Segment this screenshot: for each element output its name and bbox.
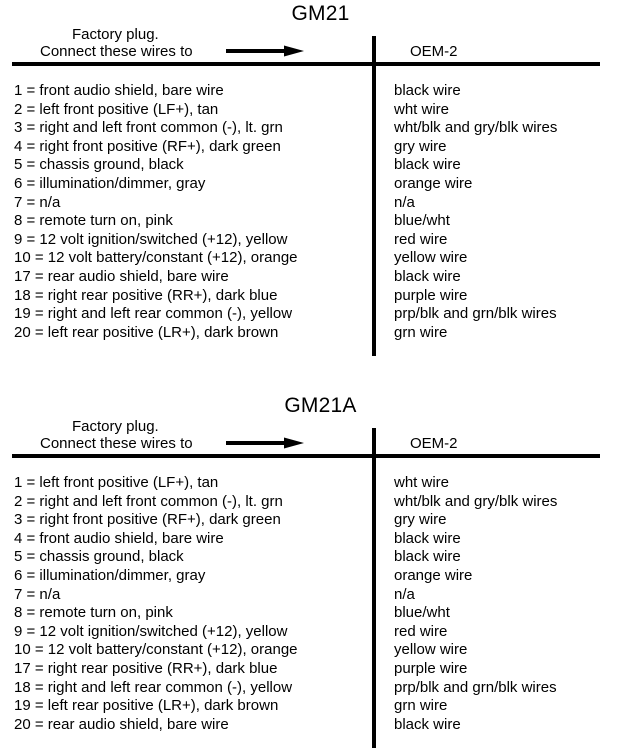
wiring-row-list: 1 = front audio shield, bare wire black w… — [0, 82, 641, 342]
table-row: 6 = illumination/dimmer, gray orange wire — [0, 567, 641, 586]
factory-wire-cell: 1 = left front positive (LF+), tan — [14, 474, 219, 491]
oem-wire-cell: prp/blk and grn/blk wires — [394, 305, 557, 323]
table-row: 10 = 12 volt battery/constant (+12), ora… — [0, 641, 641, 660]
factory-wire-cell: 7 = n/a — [14, 193, 61, 211]
table-row: 5 = chassis ground, black black wire — [0, 548, 641, 567]
oem-wire-cell: gry wire — [394, 511, 447, 529]
table-row: 8 = remote turn on, pink blue/wht — [0, 604, 641, 623]
factory-wire-cell: 8 = remote turn on, pink — [14, 212, 173, 230]
oem-wire-cell: n/a — [394, 585, 415, 603]
connect-wires-label: Connect these wires to — [40, 43, 193, 60]
table-row: 9 = 12 volt ignition/switched (+12), yel… — [0, 231, 641, 250]
wiring-row-list: 1 = left front positive (LF+), tan wht wi… — [0, 474, 641, 734]
factory-wire-cell: 20 = left rear positive (LR+), dark brow… — [14, 323, 279, 341]
oem-wire-cell: red wire — [394, 230, 448, 248]
oem-wire-cell: purple wire — [394, 659, 468, 677]
factory-plug-label: Factory plug. — [72, 26, 159, 43]
table-row: 5 = chassis ground, black black wire — [0, 156, 641, 175]
oem-wire-cell: orange wire — [394, 174, 473, 192]
factory-wire-cell: 19 = left rear positive (LR+), dark brow… — [14, 697, 279, 715]
table-row: 2 = left front positive (LF+), tan wht wi… — [0, 101, 641, 120]
right-arrow-icon — [226, 44, 306, 58]
factory-wire-cell: 18 = right rear positive (RR+), dark blu… — [14, 286, 278, 304]
factory-wire-cell: 8 = remote turn on, pink — [14, 604, 173, 622]
factory-wire-cell: 17 = rear audio shield, bare wire — [14, 267, 229, 285]
factory-wire-cell: 18 = right and left rear common (-), yel… — [14, 678, 293, 696]
factory-wire-cell: 1 = front audio shield, bare wire — [14, 82, 224, 99]
table-row: 18 = right and left rear common (-), yel… — [0, 679, 641, 698]
factory-wire-cell: 4 = right front positive (RF+), dark gre… — [14, 137, 281, 155]
oem-wire-cell: gry wire — [394, 137, 447, 155]
oem-wire-cell: red wire — [394, 622, 448, 640]
table-row: 7 = n/a n/a — [0, 194, 641, 213]
table-row: 4 = right front positive (RF+), dark gre… — [0, 138, 641, 157]
table-row: 20 = rear audio shield, bare wire black w… — [0, 716, 641, 735]
header-divider-horizontal — [12, 454, 600, 458]
oem-wire-cell: black wire — [394, 156, 461, 174]
chart-title: GM21 — [291, 2, 350, 25]
table-row: 19 = right and left rear common (-), yel… — [0, 305, 641, 324]
table-row: 17 = rear audio shield, bare wire black w… — [0, 268, 641, 287]
oem-wire-cell: black wire — [394, 267, 461, 285]
oem-wire-cell: n/a — [394, 193, 415, 211]
oem-wire-cell: purple wire — [394, 286, 468, 304]
table-row: 7 = n/a n/a — [0, 586, 641, 605]
oem-wire-cell: black wire — [394, 715, 461, 733]
factory-wire-cell: 5 = chassis ground, black — [14, 548, 184, 566]
table-row: 20 = left rear positive (LR+), dark brow… — [0, 324, 641, 343]
oem-wire-cell: grn wire — [394, 323, 448, 341]
factory-wire-cell: 9 = 12 volt ignition/switched (+12), yel… — [14, 622, 288, 640]
factory-wire-cell: 2 = left front positive (LF+), tan — [14, 100, 219, 118]
table-row: 17 = right rear positive (RR+), dark blu… — [0, 660, 641, 679]
chart-title: GM21A — [284, 394, 357, 417]
oem-wire-cell: orange wire — [394, 566, 473, 584]
table-row: 10 = 12 volt battery/constant (+12), ora… — [0, 249, 641, 268]
table-row: 2 = right and left front common (-), lt.… — [0, 493, 641, 512]
table-row: 18 = right rear positive (RR+), dark blu… — [0, 287, 641, 306]
oem-wire-cell: wht wire — [394, 474, 450, 491]
table-row: 9 = 12 volt ignition/switched (+12), yel… — [0, 623, 641, 642]
factory-wire-cell: 19 = right and left rear common (-), yel… — [14, 305, 293, 323]
table-row: 6 = illumination/dimmer, gray orange wire — [0, 175, 641, 194]
factory-wire-cell: 3 = right front positive (RF+), dark gre… — [14, 511, 281, 529]
oem-wire-cell: wht/blk and gry/blk wires — [394, 119, 558, 137]
table-row: 8 = remote turn on, pink blue/wht — [0, 212, 641, 231]
header-divider-horizontal — [12, 62, 600, 66]
table-row: 3 = right and left front common (-), lt.… — [0, 119, 641, 138]
factory-wire-cell: 10 = 12 volt battery/constant (+12), ora… — [14, 641, 298, 659]
oem-wire-cell: wht wire — [394, 100, 450, 118]
factory-wire-cell: 7 = n/a — [14, 585, 61, 603]
factory-wire-cell: 2 = right and left front common (-), lt.… — [14, 492, 283, 510]
oem-wire-cell: yellow wire — [394, 249, 468, 267]
table-row: 1 = front audio shield, bare wire black w… — [0, 82, 641, 101]
oem-wire-cell: black wire — [394, 529, 461, 547]
connect-wires-label: Connect these wires to — [40, 435, 193, 452]
table-row: 4 = front audio shield, bare wire black w… — [0, 530, 641, 549]
right-arrow-icon — [226, 436, 306, 450]
factory-wire-cell: 9 = 12 volt ignition/switched (+12), yel… — [14, 230, 288, 248]
oem-wire-cell: black wire — [394, 548, 461, 566]
oem-wire-cell: blue/wht — [394, 212, 450, 230]
factory-wire-cell: 17 = right rear positive (RR+), dark blu… — [14, 659, 278, 677]
factory-wire-cell: 6 = illumination/dimmer, gray — [14, 174, 206, 192]
oem-wire-cell: black wire — [394, 82, 461, 99]
factory-wire-cell: 3 = right and left front common (-), lt.… — [14, 119, 283, 137]
factory-wire-cell: 10 = 12 volt battery/constant (+12), ora… — [14, 249, 298, 267]
factory-wire-cell: 5 = chassis ground, black — [14, 156, 184, 174]
oem-wire-cell: wht/blk and gry/blk wires — [394, 492, 558, 510]
table-row: 3 = right front positive (RF+), dark gre… — [0, 511, 641, 530]
factory-wire-cell: 20 = rear audio shield, bare wire — [14, 715, 229, 733]
table-row: 1 = left front positive (LF+), tan wht wi… — [0, 474, 641, 493]
oem-column-header: OEM-2 — [410, 435, 458, 452]
factory-plug-label: Factory plug. — [72, 418, 159, 435]
oem-wire-cell: yellow wire — [394, 641, 468, 659]
factory-wire-cell: 4 = front audio shield, bare wire — [14, 529, 224, 547]
oem-wire-cell: grn wire — [394, 697, 448, 715]
oem-column-header: OEM-2 — [410, 43, 458, 60]
factory-wire-cell: 6 = illumination/dimmer, gray — [14, 566, 206, 584]
oem-wire-cell: prp/blk and grn/blk wires — [394, 678, 557, 696]
table-row: 19 = left rear positive (LR+), dark brow… — [0, 697, 641, 716]
oem-wire-cell: blue/wht — [394, 604, 450, 622]
